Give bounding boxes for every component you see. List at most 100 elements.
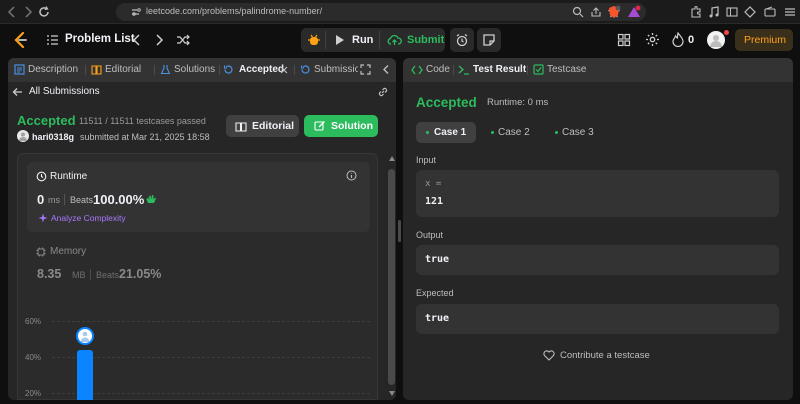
- user-avatar-marker: [76, 326, 94, 345]
- prev-problem-icon[interactable]: [131, 33, 143, 47]
- link-icon[interactable]: [377, 86, 389, 98]
- output-box[interactable]: true: [416, 245, 779, 275]
- testcases-passed: 11511 / 11511 testcases passed: [79, 116, 206, 126]
- tab-editorial[interactable]: Editorial: [91, 64, 141, 75]
- tab-accepted[interactable]: Accepted: [223, 64, 284, 75]
- contribute-testcase-label: Contribute a testcase: [560, 350, 650, 361]
- layout-icon[interactable]: [617, 33, 631, 47]
- runtime-title: Runtime: [50, 171, 88, 182]
- y-tick-label: 20%: [25, 389, 42, 398]
- problem-list-link[interactable]: Problem List: [65, 33, 135, 45]
- tab-testcase-label: Testcase: [547, 64, 587, 75]
- analyze-complexity-link[interactable]: Analyze Complexity: [51, 213, 126, 223]
- tab-solutions-label: Solutions: [174, 64, 216, 75]
- run-submit-group: Run Submit: [301, 28, 445, 52]
- grid-line: [52, 357, 370, 358]
- case-tab-1[interactable]: Case 1: [416, 122, 476, 143]
- settings-gear-icon[interactable]: [645, 32, 660, 47]
- case-tab-3[interactable]: Case 3: [546, 122, 602, 143]
- scroll-down-icon[interactable]: [389, 391, 395, 396]
- vpn-icon[interactable]: [742, 4, 758, 20]
- next-problem-icon[interactable]: [153, 33, 165, 47]
- runtime-card[interactable]: Runtime 0 ms Beats 100.00% Analyze Compl…: [27, 162, 370, 232]
- premium-button[interactable]: Premium: [735, 29, 793, 51]
- zoom-icon[interactable]: [572, 6, 584, 18]
- timer-button[interactable]: [450, 28, 474, 52]
- submission-panel: Description Editorial Solutions Accepted: [8, 58, 396, 400]
- memory-title: Memory: [50, 246, 87, 257]
- clap-icon: [145, 193, 157, 205]
- play-icon: [335, 34, 345, 46]
- user-runtime-bar[interactable]: [77, 349, 93, 400]
- tab-test-result[interactable]: Test Result: [458, 64, 526, 75]
- flask-icon: [160, 64, 171, 75]
- submit-button[interactable]: Submit: [381, 28, 444, 52]
- extensions-icon[interactable]: [688, 4, 704, 20]
- contribute-testcase-link[interactable]: Contribute a testcase: [543, 348, 658, 364]
- memory-beats-label: Beats: [96, 270, 120, 280]
- left-scrollbar[interactable]: [388, 153, 395, 400]
- cloud-upload-icon: [387, 33, 402, 47]
- back-arrow-icon[interactable]: [12, 87, 23, 97]
- collapse-panel-icon[interactable]: [381, 64, 391, 75]
- notification-dot: [724, 30, 729, 35]
- fire-streak-icon[interactable]: [672, 32, 684, 47]
- music-icon[interactable]: [706, 4, 722, 20]
- terminal-icon: [458, 65, 470, 75]
- close-tab-icon[interactable]: [280, 66, 288, 74]
- scroll-thumb[interactable]: [388, 169, 395, 385]
- memory-card[interactable]: Memory 8.35 MB Beats 21.05%: [27, 244, 370, 289]
- tab-submissions-label: Submissio: [314, 64, 358, 75]
- tab-description[interactable]: Description: [14, 64, 78, 75]
- forward-icon[interactable]: [20, 4, 36, 20]
- back-icon[interactable]: [4, 4, 20, 20]
- y-tick-label: 60%: [25, 317, 42, 326]
- brave-rewards-icon[interactable]: [626, 4, 642, 20]
- share-icon[interactable]: [590, 6, 602, 18]
- shuffle-icon[interactable]: [176, 33, 190, 47]
- address-bar[interactable]: leetcode.com/problems/palindrome-number/: [116, 3, 646, 21]
- tab-code[interactable]: Code: [411, 64, 450, 75]
- case-pass-dot: [555, 131, 558, 134]
- info-icon[interactable]: [346, 170, 357, 181]
- solution-button[interactable]: Solution: [304, 115, 378, 137]
- avatar[interactable]: [707, 31, 725, 49]
- premium-label: Premium: [744, 34, 787, 46]
- tab-testcase[interactable]: Testcase: [533, 64, 586, 75]
- memory-chip-icon: [36, 247, 46, 257]
- y-tick-label: 40%: [25, 353, 42, 362]
- case-tab-2[interactable]: Case 2: [482, 122, 538, 143]
- grid-line: [52, 393, 370, 394]
- brave-shield-icon[interactable]: [606, 4, 622, 20]
- menu-icon[interactable]: [782, 4, 798, 20]
- editorial-button[interactable]: Editorial: [226, 115, 299, 137]
- sparkle-icon: [38, 213, 48, 223]
- runtime-unit: ms: [48, 195, 60, 205]
- scroll-up-icon[interactable]: [389, 156, 395, 161]
- notes-button[interactable]: [477, 28, 501, 52]
- reload-icon[interactable]: [36, 4, 52, 20]
- user-avatar[interactable]: [17, 130, 29, 142]
- editorial-book-icon: [235, 121, 247, 132]
- list-icon[interactable]: [46, 34, 59, 46]
- wallet-icon[interactable]: [762, 4, 778, 20]
- username[interactable]: hari0318g: [32, 132, 74, 142]
- input-box[interactable]: x = 121: [416, 170, 779, 217]
- run-button[interactable]: Run: [329, 28, 375, 52]
- tab-submissions[interactable]: Submissio: [300, 64, 358, 75]
- maximize-icon[interactable]: [360, 64, 371, 75]
- leetcode-logo-icon[interactable]: [12, 31, 28, 49]
- debug-icon[interactable]: [307, 33, 321, 47]
- run-label: Run: [352, 34, 374, 46]
- sidebar-icon[interactable]: [724, 4, 740, 20]
- submissions-history-icon: [300, 64, 311, 75]
- tab-solutions[interactable]: Solutions: [160, 64, 215, 75]
- all-submissions-link[interactable]: All Submissions: [29, 86, 100, 97]
- expected-label: Expected: [416, 288, 454, 298]
- site-info-icon[interactable]: [130, 6, 142, 18]
- expected-box[interactable]: true: [416, 304, 779, 334]
- case-tab-3-label: Case 3: [562, 127, 594, 138]
- panel-resize-handle[interactable]: [398, 220, 401, 242]
- memory-unit: MB: [72, 270, 86, 280]
- tab-editorial-label: Editorial: [105, 64, 142, 75]
